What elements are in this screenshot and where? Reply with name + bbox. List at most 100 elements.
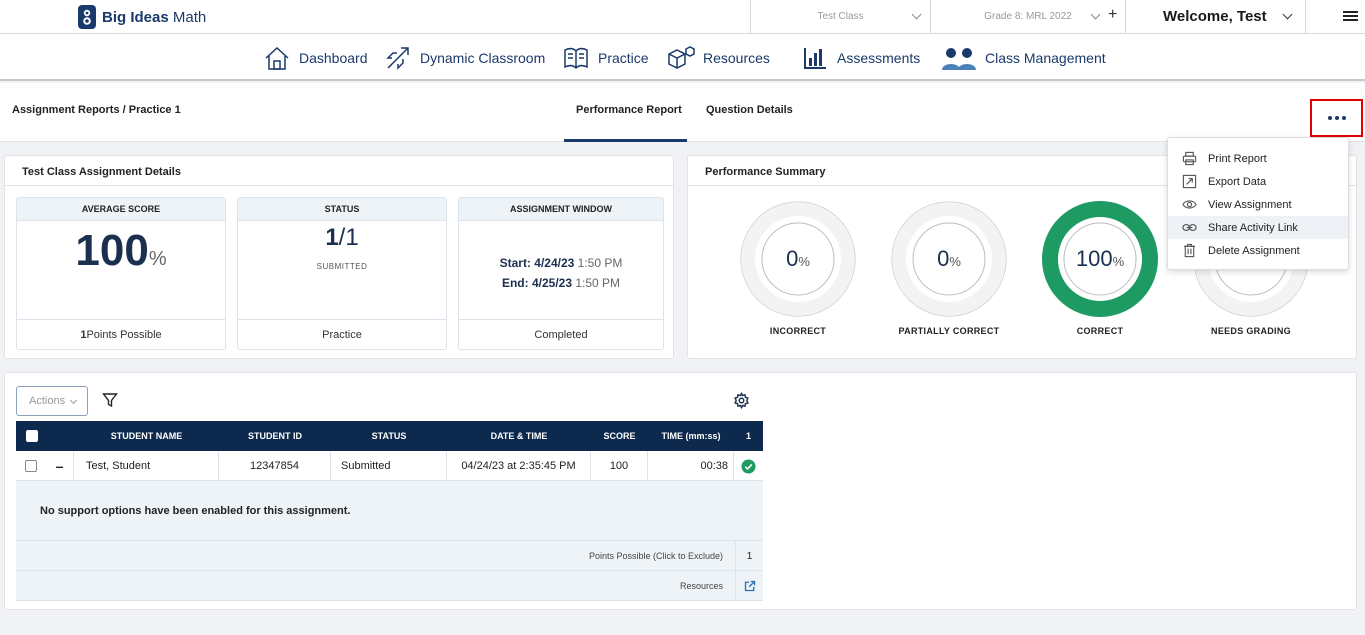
logo-text: Big Ideas Math [102,8,207,26]
average-score-tile: AVERAGE SCORE 100% 1 Points Possible [16,197,226,350]
table-row: – Test, Student 12347854 Submitted 04/24… [16,451,763,481]
add-icon[interactable]: + [1108,6,1117,24]
dot [1341,116,1346,120]
active-tab-indicator [564,139,687,142]
select-all-checkbox[interactable] [25,421,39,451]
menu-item-label: Print Report [1208,152,1267,165]
collapse-row-button[interactable]: – [46,451,74,481]
hamburger-line [1343,11,1358,13]
card-title: Test Class Assignment Details [22,166,181,178]
menu-item-export-data[interactable]: Export Data [1168,170,1348,193]
tile-heading: ASSIGNMENT WINDOW [459,198,663,221]
eye-icon [1182,200,1197,209]
user-menu[interactable]: Welcome, Test [1125,0,1305,33]
breadcrumb[interactable]: Assignment Reports / Practice 1 [12,104,181,116]
tab-question-details[interactable]: Question Details [706,104,793,116]
printer-icon [1182,151,1197,166]
window-end: End: 4/25/23 1:50 PM [501,276,621,290]
points-possible-value[interactable]: 1 [735,541,763,571]
question-1-result[interactable] [734,451,763,481]
donut-label: INCORRECT [769,326,827,336]
menu-item-label: Share Activity Link [1208,221,1298,234]
nav-class-management[interactable]: Class Management [941,43,1106,73]
people-icon [942,48,976,70]
tile-heading: STATUS [238,198,446,221]
support-message-row: No support options have been enabled for… [16,481,763,541]
average-score-value: 100% [75,226,167,275]
resources-link[interactable] [735,571,763,601]
col-time[interactable]: TIME (mm:ss) [648,421,734,451]
menu-item-delete-assignment[interactable]: Delete Assignment [1168,239,1348,262]
donut-ring: 0% [891,201,1007,317]
donut-incorrect[interactable]: 0% INCORRECT [738,201,858,336]
col-status[interactable]: STATUS [331,421,447,451]
menu-item-label: Delete Assignment [1208,244,1300,257]
gear-icon[interactable] [733,392,750,409]
hamburger-line [1343,15,1358,17]
nav-resources[interactable]: Resources [667,43,770,73]
nav-label: Resources [703,50,770,66]
nav-practice[interactable]: Practice [562,43,649,73]
hamburger-menu-button[interactable] [1305,0,1365,33]
welcome-text: Welcome, Test [1163,8,1267,25]
nav-label: Dashboard [299,50,368,66]
donut-ring: 100% [1042,201,1158,317]
col-student-name[interactable]: STUDENT NAME [74,421,219,451]
points-possible-row[interactable]: Points Possible (Click to Exclude) 1 [16,541,763,571]
assignment-type: Practice [238,319,446,349]
nav-dashboard[interactable]: Dashboard [263,43,368,73]
menu-item-label: Export Data [1208,175,1267,188]
hamburger-line [1343,19,1358,21]
actions-dropdown[interactable]: Actions [16,386,88,416]
donut-ring: 0% [740,201,856,317]
chevron-down-icon [69,396,78,405]
menu-item-print-report[interactable]: Print Report [1168,147,1348,170]
donut-partially-correct[interactable]: 0% PARTIALLY CORRECT [889,201,1009,336]
book-icon [564,47,588,70]
submitted-label: SUBMITTED [316,262,368,271]
filter-icon[interactable] [102,392,118,408]
resources-label: Resources [679,581,723,591]
divider [5,185,673,186]
assignment-details-card: Test Class Assignment Details AVERAGE SC… [4,155,674,359]
table-header: STUDENT NAME STUDENT ID STATUS DATE & TI… [16,421,763,451]
big-ideas-logo-icon [78,5,96,29]
donut-label: PARTIALLY CORRECT [898,326,1000,336]
dot [1334,116,1339,120]
donut-label: NEEDS GRADING [1211,326,1291,336]
nav-assessments[interactable]: Assessments [801,43,920,73]
student-status: Submitted [331,451,447,481]
status-tile: STATUS 1/1 SUBMITTED Practice [237,197,447,350]
top-bar: Big Ideas Math Test Class Grade 8: MRL 2… [0,0,1365,34]
student-id: 12347854 [219,451,331,481]
window-status: Completed [459,319,663,349]
class-select[interactable]: Test Class [750,0,930,33]
rocket-icon [386,47,409,70]
col-question-1[interactable]: 1 [734,421,763,451]
col-date-time[interactable]: DATE & TIME [447,421,591,451]
row-checkbox[interactable] [16,451,46,481]
class-select-value: Test Class [817,11,864,22]
grade-select[interactable]: Grade 8: MRL 2022 [930,0,1125,33]
donut-label: CORRECT [1076,326,1124,336]
actions-label: Actions [29,395,66,407]
student-name[interactable]: Test, Student [74,451,219,481]
more-options-menu: Print Report Export Data View Assignment… [1167,137,1349,270]
dot [1327,116,1332,120]
points-possible-label: Points Possible (Click to Exclude) [588,551,723,561]
menu-item-share-activity-link[interactable]: Share Activity Link [1168,216,1348,239]
col-student-id[interactable]: STUDENT ID [219,421,331,451]
check-circle-icon [741,458,756,474]
menu-item-label: View Assignment [1208,198,1292,211]
nav-label: Class Management [985,50,1106,66]
nav-dynamic-classroom[interactable]: Dynamic Classroom [384,43,545,73]
student-table: STUDENT NAME STUDENT ID STATUS DATE & TI… [16,421,763,601]
logo[interactable]: Big Ideas Math [78,5,206,29]
donut-correct[interactable]: 100% CORRECT [1040,201,1160,336]
support-message: No support options have been enabled for… [40,505,351,517]
menu-item-view-assignment[interactable]: View Assignment [1168,193,1348,216]
more-options-button[interactable] [1310,99,1363,137]
tab-performance-report[interactable]: Performance Report [576,104,682,116]
col-score[interactable]: SCORE [591,421,648,451]
export-icon [1182,174,1197,189]
